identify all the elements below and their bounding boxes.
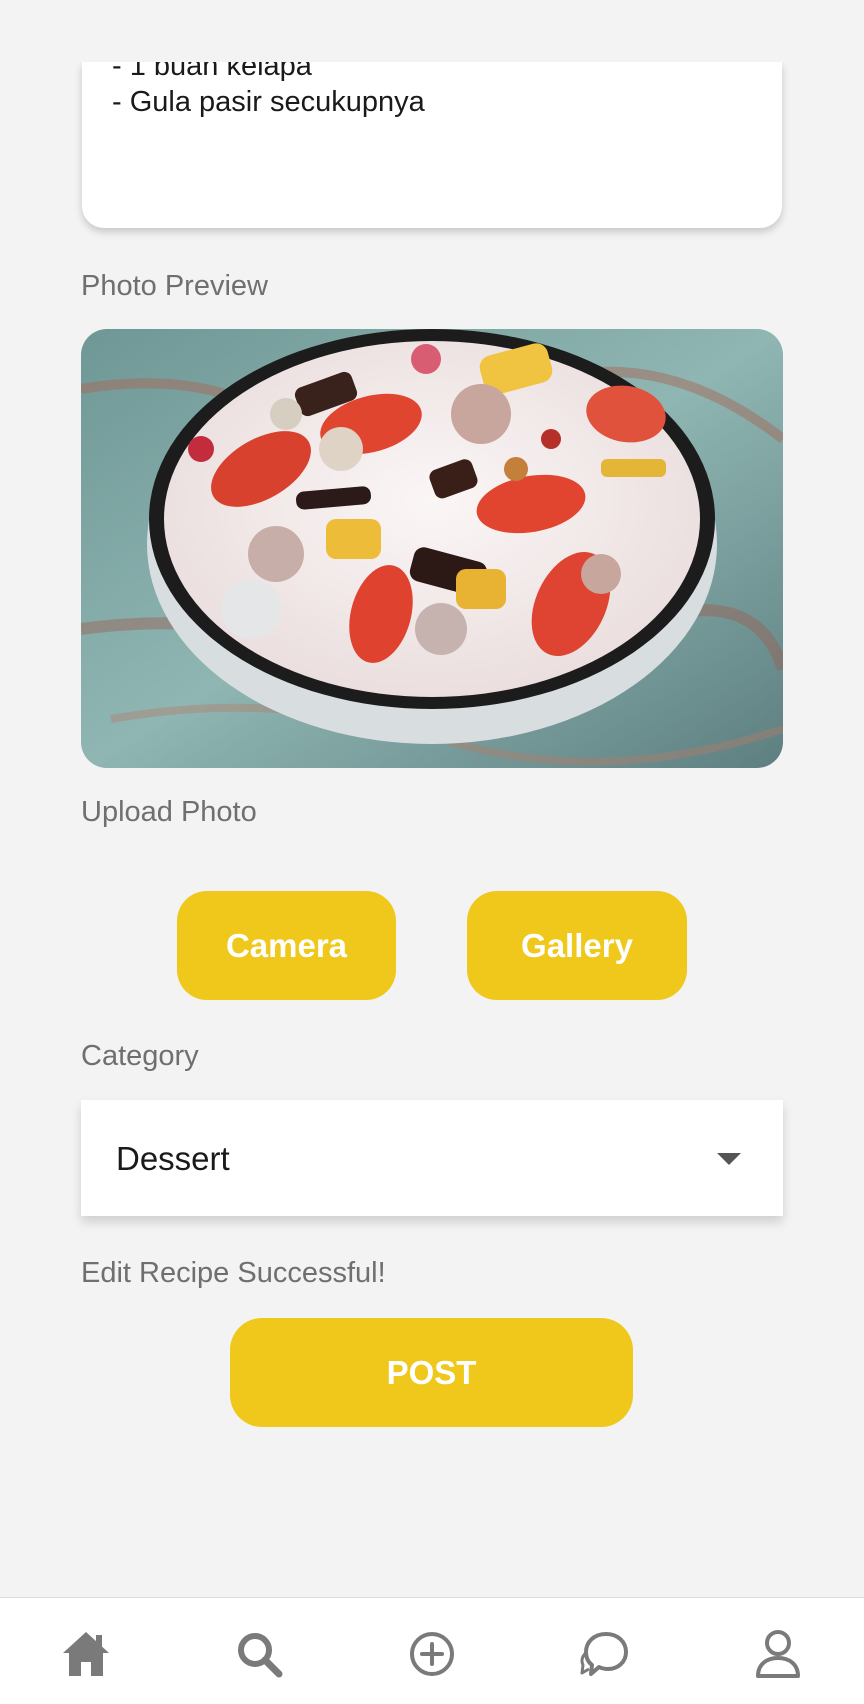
top-edge	[0, 0, 864, 62]
photo-preview-image	[81, 329, 783, 768]
ingredient-line: - Gula pasir secukupnya	[112, 86, 425, 118]
edit-recipe-screen: - 1 buah kelapa - Gula pasir secukupnya …	[0, 0, 864, 1704]
category-dropdown[interactable]: Dessert	[81, 1100, 783, 1216]
profile-icon[interactable]	[748, 1624, 808, 1684]
ingredients-textarea[interactable]: - 1 buah kelapa - Gula pasir secukupnya	[82, 62, 782, 228]
category-selected-value: Dessert	[116, 1140, 230, 1177]
search-icon[interactable]	[229, 1624, 289, 1684]
dropdown-arrow-icon	[717, 1153, 741, 1165]
gallery-button[interactable]: Gallery	[467, 891, 687, 1000]
post-button[interactable]: POST	[230, 1318, 633, 1427]
ingredient-line: - 1 buah kelapa	[112, 62, 312, 82]
photo-preview-label: Photo Preview	[81, 270, 268, 302]
chat-icon[interactable]	[574, 1624, 634, 1684]
bottom-navigation	[0, 1597, 864, 1704]
status-message: Edit Recipe Successful!	[81, 1257, 386, 1289]
home-icon[interactable]	[56, 1624, 116, 1684]
upload-photo-label: Upload Photo	[81, 796, 257, 828]
camera-button[interactable]: Camera	[177, 891, 396, 1000]
category-label: Category	[81, 1040, 199, 1072]
add-icon[interactable]	[402, 1624, 462, 1684]
